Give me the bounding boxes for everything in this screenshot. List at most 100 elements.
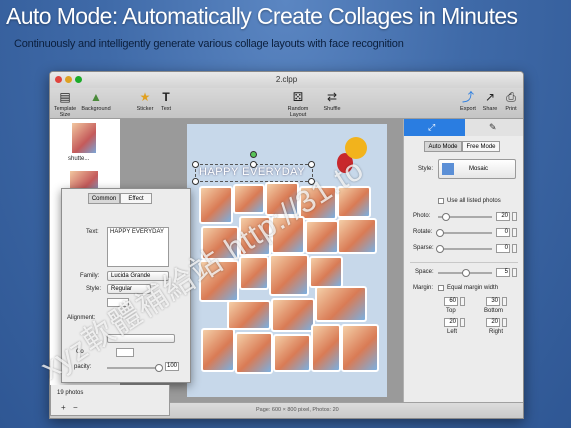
collage-photo[interactable] [305,220,339,254]
template-size-label: Template Size [53,106,77,118]
shuffle-button[interactable]: ⇄ Shuffle [320,90,344,112]
mosaic-icon [442,163,454,175]
margin-label: Margin: [413,285,434,291]
space-slider-knob[interactable] [462,269,470,277]
collage-photo[interactable] [311,324,341,372]
zoom-button[interactable] [75,76,82,83]
tab-free-mode[interactable]: Free Mode [462,141,500,152]
title-bar: 2.clpp [50,72,523,88]
minimize-button[interactable] [65,76,72,83]
resize-handle[interactable] [250,161,257,168]
text-field[interactable]: HAPPY EVERYDAY [107,227,169,267]
sparse-slider-knob[interactable] [436,245,444,253]
collage-photo[interactable] [201,328,235,372]
share-button[interactable]: ↗ Share [480,90,500,112]
tab-auto-mode[interactable]: Auto Mode [424,141,462,152]
space-label: Space: [415,269,434,275]
photo-stepper[interactable] [512,212,517,221]
equal-margin-checkbox[interactable] [438,285,444,291]
margin-right-stepper[interactable] [502,318,507,327]
text-icon: T [162,90,170,104]
print-label: Print [505,106,517,112]
margin-left-label: Left [447,329,458,335]
tab-effect[interactable]: Effect [120,193,152,204]
resize-handle[interactable] [192,178,199,185]
add-photo-button[interactable]: + [61,403,66,412]
sparse-slider[interactable] [438,248,492,250]
photo-thumbnail[interactable] [72,123,96,153]
margin-left-stepper[interactable] [460,318,465,327]
photo-count: 19 photos [57,390,84,396]
equal-margin-label: Equal margin width [447,285,499,291]
use-all-photos-label: Use all listed photos [447,198,501,204]
rotate-slider-knob[interactable] [436,229,444,237]
photo-slider-knob[interactable] [442,213,450,221]
use-all-photos-checkbox[interactable] [438,198,444,204]
margin-left-value[interactable]: 20 [444,318,458,327]
subline: Continuously and intelligently generate … [14,38,404,50]
background-button[interactable]: ▲ Background [78,90,114,112]
opacity-value[interactable]: 100 [165,362,179,371]
template-icon: ▤ [59,90,71,104]
margin-bottom-value[interactable]: 30 [486,297,500,306]
random-layout-icon: ⚄ [292,90,304,104]
sticker-icon: ★ [139,90,151,104]
sparse-stepper[interactable] [512,244,517,253]
margin-bottom-label: Bottom [484,308,504,314]
resize-handle[interactable] [192,161,199,168]
collage-photo[interactable] [235,332,273,374]
sparse-value[interactable]: 0 [496,244,510,253]
tab-layout[interactable]: ⤢ [404,119,465,136]
background-label: Background [81,106,111,112]
close-button[interactable] [55,76,62,83]
collage-photo[interactable] [199,186,233,224]
collage-photo[interactable] [341,324,379,372]
shuffle-icon: ⇄ [326,90,338,104]
space-stepper[interactable] [512,268,517,277]
app-window: 2.clpp ▤ Template Size ▲ Background ★ St… [49,71,524,419]
random-layout-label: Random Layout [287,106,309,118]
text-button[interactable]: T Text [156,90,176,112]
divider [410,262,518,263]
family-label: Family: [80,273,100,279]
print-button[interactable]: ⎙ Print [502,90,520,112]
margin-right-value[interactable]: 20 [486,318,500,327]
collage-photo[interactable] [309,256,343,288]
margin-top-value[interactable]: 60 [444,297,458,306]
margin-bottom-stepper[interactable] [502,297,507,306]
export-icon: ⤴ [461,90,474,104]
tab-common[interactable]: Common [88,193,120,204]
style-label: Style: [418,166,434,172]
export-button[interactable]: ⤴ Export [458,90,478,112]
template-size-button[interactable]: ▤ Template Size [52,90,78,118]
opacity-slider-knob[interactable] [155,364,163,372]
collage-photo[interactable] [227,300,271,330]
margin-right-label: Right [489,329,504,335]
rotate-handle[interactable] [250,151,257,158]
rotate-slider[interactable] [438,232,492,234]
style-label: Style: [86,286,102,292]
space-value[interactable]: 5 [496,268,510,277]
sticker-button[interactable]: ★ Sticker [134,90,156,112]
margin-top-label: Top [446,308,456,314]
collage-photo[interactable] [269,254,309,296]
collage-photo[interactable] [315,286,367,322]
tab-tools[interactable]: ✎ [465,119,523,136]
rotate-stepper[interactable] [512,228,517,237]
opacity-slider[interactable] [107,367,159,369]
photo-value[interactable]: 20 [496,212,510,221]
share-label: Share [482,106,498,112]
collage-photo[interactable] [273,334,311,372]
remove-photo-button[interactable]: − [73,403,78,412]
collage-photo[interactable] [337,218,377,254]
random-layout-button[interactable]: ⚄ Random Layout [280,90,316,118]
color-swatch[interactable] [116,348,134,357]
export-label: Export [460,106,476,112]
background-icon: ▲ [90,90,102,104]
margin-top-stepper[interactable] [460,297,465,306]
rotate-value[interactable]: 0 [496,228,510,237]
layout-inspector-panel: ⤢ ✎ Auto Mode Free Mode Style: Mosaic Us… [403,119,523,402]
text-label: Text: [86,229,99,235]
collage-photo[interactable] [271,298,315,332]
text-label: Text [160,106,172,112]
